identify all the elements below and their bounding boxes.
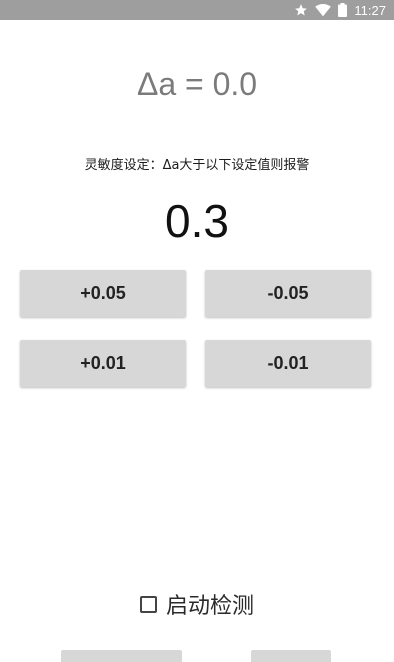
status-bar: 11:27 — [0, 0, 394, 20]
start-detection-checkbox[interactable] — [139, 595, 157, 613]
plus-0.05-button[interactable]: +0.05 — [20, 270, 186, 317]
start-detection-toggle[interactable]: 启动检测 — [0, 588, 394, 620]
minus-0.01-button[interactable]: -0.01 — [205, 340, 371, 387]
bottom-left-button[interactable] — [61, 650, 182, 662]
status-time: 11:27 — [354, 2, 386, 18]
star-icon — [294, 3, 308, 17]
wifi-icon — [315, 3, 332, 17]
bottom-right-button[interactable] — [251, 650, 331, 662]
delta-display: Δa = 0.0 — [136, 66, 258, 102]
threshold-value: 0.3 — [165, 195, 229, 247]
plus-0.01-button[interactable]: +0.01 — [20, 340, 186, 387]
start-detection-label: 启动检测 — [165, 594, 254, 619]
minus-0.05-button[interactable]: -0.05 — [205, 270, 371, 317]
sensitivity-hint: 灵敏度设定：Δa大于以下设定值则报警 — [84, 158, 310, 173]
battery-icon — [338, 3, 348, 17]
